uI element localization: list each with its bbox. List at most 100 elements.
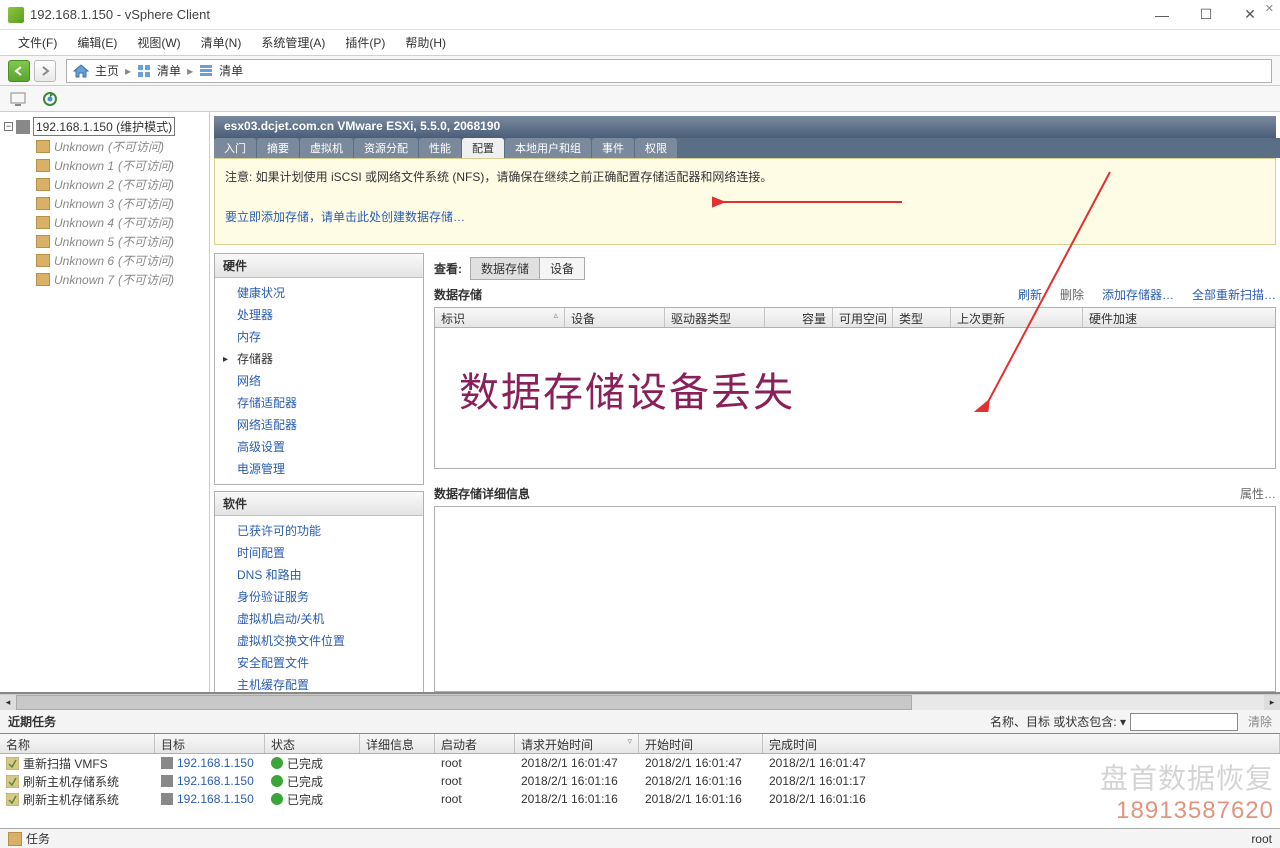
hw-advanced[interactable]: 高级设置 xyxy=(215,436,423,458)
crumb-home[interactable]: 主页 xyxy=(95,62,119,79)
tree-item[interactable]: Unknown 2 (不可访问) xyxy=(2,175,207,194)
task-name: 刷新主机存储系统 xyxy=(23,791,119,808)
hw-cpu[interactable]: 处理器 xyxy=(215,304,423,326)
hw-storage[interactable]: 存储器 xyxy=(215,348,423,370)
panel-close-icon[interactable]: ✕ xyxy=(1265,2,1274,15)
sw-time[interactable]: 时间配置 xyxy=(215,542,423,564)
tcol-status[interactable]: 状态 xyxy=(265,734,360,753)
col-capacity[interactable]: 容量 xyxy=(765,308,833,327)
tcol-target[interactable]: 目标 xyxy=(155,734,265,753)
crumb-inventory-2[interactable]: 清单 xyxy=(219,62,243,79)
sw-host-cache[interactable]: 主机缓存配置 xyxy=(215,674,423,692)
sw-vm-startup[interactable]: 虚拟机启动/关机 xyxy=(215,608,423,630)
tasks-label[interactable]: 任务 xyxy=(26,830,50,847)
task-row[interactable]: 刷新主机存储系统 192.168.1.150 已完成 root 2018/2/1… xyxy=(0,772,1280,790)
add-storage-action[interactable]: 添加存储器… xyxy=(1102,286,1174,303)
tree-root[interactable]: − 192.168.1.150 (维护模式) xyxy=(2,116,207,137)
menu-inventory[interactable]: 清单(N) xyxy=(191,31,252,54)
software-panel: 软件 已获许可的功能 时间配置 DNS 和路由 身份验证服务 虚拟机启动/关机 … xyxy=(214,491,424,692)
tree-item[interactable]: Unknown 3 (不可访问) xyxy=(2,194,207,213)
col-last-update[interactable]: 上次更新 xyxy=(951,308,1083,327)
view-datastores[interactable]: 数据存储 xyxy=(471,258,540,279)
tcol-finish-time[interactable]: 完成时间 xyxy=(763,734,1280,753)
tab-resource[interactable]: 资源分配 xyxy=(354,138,418,158)
host-icon xyxy=(161,793,173,805)
forward-button[interactable] xyxy=(34,60,56,82)
tab-permissions[interactable]: 权限 xyxy=(635,138,677,158)
menu-edit[interactable]: 编辑(E) xyxy=(67,31,127,54)
vm-icon xyxy=(36,254,50,267)
hw-health[interactable]: 健康状况 xyxy=(215,282,423,304)
tree-item[interactable]: Unknown 6 (不可访问) xyxy=(2,251,207,270)
tab-configuration[interactable]: 配置 xyxy=(462,138,504,158)
hw-storage-adapter[interactable]: 存储适配器 xyxy=(215,392,423,414)
tcol-initiator[interactable]: 启动者 xyxy=(435,734,515,753)
sw-licensed[interactable]: 已获许可的功能 xyxy=(215,520,423,542)
task-target[interactable]: 192.168.1.150 xyxy=(177,774,254,788)
tcol-name[interactable]: 名称 xyxy=(0,734,155,753)
tcol-req-time[interactable]: 请求开始时间 ▿ xyxy=(515,734,639,753)
tab-users[interactable]: 本地用户和组 xyxy=(505,138,591,158)
tree-item[interactable]: Unknown (不可访问) xyxy=(2,137,207,156)
tree-item-status: (不可访问) xyxy=(118,271,174,288)
rescan-all-link[interactable]: 全部重新扫描… xyxy=(1192,286,1276,303)
menu-file[interactable]: 文件(F) xyxy=(8,31,67,54)
clear-filter[interactable]: 清除 xyxy=(1248,713,1272,730)
tab-performance[interactable]: 性能 xyxy=(419,138,461,158)
tcol-details[interactable]: 详细信息 xyxy=(360,734,435,753)
col-hw-accel[interactable]: 硬件加速 xyxy=(1083,308,1275,327)
add-storage-link[interactable]: 要立即添加存储，请单击此处创建数据存储… xyxy=(225,210,465,224)
tasks-icon[interactable] xyxy=(8,832,22,846)
col-free[interactable]: 可用空间 xyxy=(833,308,893,327)
notice-text: 注意: 如果计划使用 iSCSI 或网络文件系统 (NFS)，请确保在继续之前正… xyxy=(225,167,1265,189)
tcol-start-time[interactable]: 开始时间 xyxy=(639,734,763,753)
task-row[interactable]: 重新扫描 VMFS 192.168.1.150 已完成 root 2018/2/… xyxy=(0,754,1280,772)
hw-power[interactable]: 电源管理 xyxy=(215,458,423,480)
menu-help[interactable]: 帮助(H) xyxy=(395,31,456,54)
hw-network[interactable]: 网络 xyxy=(215,370,423,392)
col-id[interactable]: 标识 ▵ xyxy=(435,308,565,327)
sw-vm-swap[interactable]: 虚拟机交换文件位置 xyxy=(215,630,423,652)
hw-network-adapter[interactable]: 网络适配器 xyxy=(215,414,423,436)
crumb-inventory-1[interactable]: 清单 xyxy=(157,62,181,79)
status-ok-icon xyxy=(271,757,283,769)
tab-vms[interactable]: 虚拟机 xyxy=(300,138,353,158)
back-button[interactable] xyxy=(8,60,30,82)
sw-auth[interactable]: 身份验证服务 xyxy=(215,586,423,608)
delete-link[interactable]: 删除 xyxy=(1060,286,1084,303)
tree-item[interactable]: Unknown 1 (不可访问) xyxy=(2,156,207,175)
vm-icon xyxy=(36,235,50,248)
refresh-icon[interactable] xyxy=(42,91,58,107)
tree-item[interactable]: Unknown 5 (不可访问) xyxy=(2,232,207,251)
filter-input[interactable] xyxy=(1130,713,1238,731)
tree-item[interactable]: Unknown 7 (不可访问) xyxy=(2,270,207,289)
tab-getting-started[interactable]: 入门 xyxy=(214,138,256,158)
horizontal-scrollbar[interactable]: ◂▸ xyxy=(0,694,1280,710)
refresh-link[interactable]: 刷新 xyxy=(1018,286,1042,303)
home-icon[interactable] xyxy=(73,64,89,78)
col-device[interactable]: 设备 xyxy=(565,308,665,327)
view-devices[interactable]: 设备 xyxy=(540,258,584,279)
maximize-button[interactable]: ☐ xyxy=(1184,6,1228,23)
col-type[interactable]: 类型 xyxy=(893,308,951,327)
task-target[interactable]: 192.168.1.150 xyxy=(177,792,254,806)
menu-plugins[interactable]: 插件(P) xyxy=(335,31,395,54)
tab-events[interactable]: 事件 xyxy=(592,138,634,158)
properties-link[interactable]: 属性… xyxy=(1240,485,1276,502)
task-icon xyxy=(6,793,19,806)
tree-item-name: Unknown 3 xyxy=(54,197,114,211)
menu-view[interactable]: 视图(W) xyxy=(127,31,190,54)
task-target[interactable]: 192.168.1.150 xyxy=(177,756,254,770)
tree-item[interactable]: Unknown 4 (不可访问) xyxy=(2,213,207,232)
col-drive-type[interactable]: 驱动器类型 xyxy=(665,308,765,327)
minimize-button[interactable]: — xyxy=(1140,7,1184,23)
console-icon[interactable] xyxy=(10,91,26,107)
sw-security[interactable]: 安全配置文件 xyxy=(215,652,423,674)
collapse-icon[interactable]: − xyxy=(4,122,13,131)
sw-dns[interactable]: DNS 和路由 xyxy=(215,564,423,586)
menu-admin[interactable]: 系统管理(A) xyxy=(251,31,335,54)
tab-summary[interactable]: 摘要 xyxy=(257,138,299,158)
task-row[interactable]: 刷新主机存储系统 192.168.1.150 已完成 root 2018/2/1… xyxy=(0,790,1280,808)
hw-memory[interactable]: 内存 xyxy=(215,326,423,348)
task-initiator: root xyxy=(435,755,515,771)
